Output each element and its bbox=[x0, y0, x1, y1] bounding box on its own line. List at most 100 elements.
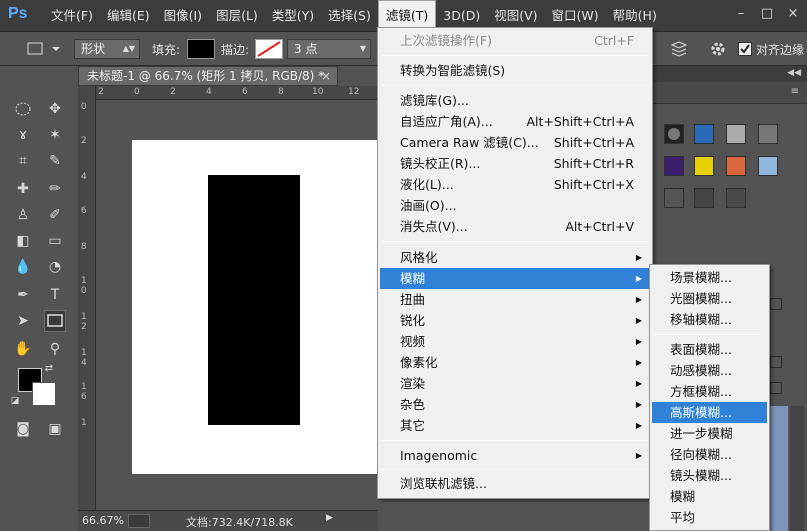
menu-item-last-filter[interactable]: 上次滤镜操作(F) Ctrl+F bbox=[380, 30, 650, 51]
menu-item-noise[interactable]: 杂色 ▶ bbox=[380, 394, 650, 415]
stamp-tool-icon[interactable]: ♙ bbox=[12, 204, 34, 226]
rectangle-tool-icon[interactable] bbox=[44, 310, 66, 332]
crop-tool-icon[interactable]: ⌗ bbox=[12, 150, 34, 172]
type-tool-icon[interactable]: T bbox=[44, 284, 66, 306]
style-swatch[interactable] bbox=[758, 124, 778, 144]
style-swatch[interactable] bbox=[664, 188, 684, 208]
menu-item-radial-blur[interactable]: 径向模糊... bbox=[652, 444, 767, 465]
style-swatch[interactable] bbox=[726, 156, 746, 176]
menu-item-lens-correction[interactable]: 镜头校正(R)... Shift+Ctrl+R bbox=[380, 153, 650, 174]
close-icon[interactable]: × bbox=[321, 67, 331, 85]
menu-item-distort[interactable]: 扭曲 ▶ bbox=[380, 289, 650, 310]
quick-mask-icon[interactable]: ◙ bbox=[12, 418, 34, 440]
menu-item-adaptive-wide-angle[interactable]: 自适应广角(A)... Alt+Shift+Ctrl+A bbox=[380, 111, 650, 132]
background-color-swatch[interactable] bbox=[32, 382, 56, 406]
style-swatch[interactable] bbox=[694, 156, 714, 176]
path-select-icon[interactable]: ➤ bbox=[12, 310, 34, 332]
path-arrangement-icon[interactable] bbox=[668, 39, 690, 59]
menu-item-gaussian-blur[interactable]: 高斯模糊... bbox=[652, 402, 767, 423]
menu-item-pixelate[interactable]: 像素化 ▶ bbox=[380, 352, 650, 373]
lasso-tool-icon[interactable]: ɤ bbox=[12, 124, 34, 146]
menu-item-iris-blur[interactable]: 光圈模糊... bbox=[652, 288, 767, 309]
gear-icon[interactable] bbox=[708, 39, 728, 59]
fill-swatch[interactable] bbox=[187, 39, 215, 59]
menu-select[interactable]: 选择(S) bbox=[321, 0, 378, 32]
default-colors-icon[interactable]: ◪ bbox=[8, 394, 22, 408]
menu-item-blur[interactable]: 模糊 ▶ bbox=[380, 268, 650, 289]
swap-colors-icon[interactable]: ⇄ bbox=[42, 362, 56, 376]
menu-layer[interactable]: 图层(L) bbox=[209, 0, 265, 32]
menu-item-video[interactable]: 视频 ▶ bbox=[380, 331, 650, 352]
document-tab[interactable]: 未标题-1 @ 66.7% (矩形 1 拷贝, RGB/8) * × bbox=[78, 66, 338, 86]
gradient-tool-icon[interactable]: ▭ bbox=[44, 230, 66, 252]
style-swatch[interactable] bbox=[726, 124, 746, 144]
menu-item-vanishing-point[interactable]: 消失点(V)... Alt+Ctrl+V bbox=[380, 216, 650, 237]
close-button[interactable]: × bbox=[782, 3, 804, 25]
style-swatch[interactable] bbox=[694, 124, 714, 144]
menu-item-stylize[interactable]: 风格化 ▶ bbox=[380, 247, 650, 268]
blur-tool-icon[interactable]: 💧 bbox=[12, 256, 34, 278]
document-canvas[interactable] bbox=[132, 140, 378, 474]
eraser-icon[interactable]: ◧ bbox=[12, 230, 34, 252]
pen-tool-icon[interactable]: ✒ bbox=[12, 284, 34, 306]
menu-file[interactable]: 文件(F) bbox=[44, 0, 100, 32]
stroke-width-field[interactable]: 3 点 ▼ bbox=[287, 39, 371, 59]
menu-item-blur[interactable]: 模糊 bbox=[652, 486, 767, 507]
menu-item-field-blur[interactable]: 场景模糊... bbox=[652, 267, 767, 288]
menu-item-convert-smart-filter[interactable]: 转换为智能滤镜(S) bbox=[380, 60, 650, 81]
rectangle-shape[interactable] bbox=[208, 175, 300, 425]
menu-item-filter-gallery[interactable]: 滤镜库(G)... bbox=[380, 90, 650, 111]
menu-item-box-blur[interactable]: 方框模糊... bbox=[652, 381, 767, 402]
menu-item-surface-blur[interactable]: 表面模糊... bbox=[652, 339, 767, 360]
menu-item-camera-raw[interactable]: Camera Raw 滤镜(C)... Shift+Ctrl+A bbox=[380, 132, 650, 153]
tool-preset-picker[interactable] bbox=[22, 39, 64, 59]
menu-item-tilt-shift[interactable]: 移轴模糊... bbox=[652, 309, 767, 330]
panel-menu-icon[interactable]: ≡ bbox=[791, 86, 799, 97]
menu-image[interactable]: 图像(I) bbox=[157, 0, 209, 32]
panel-button[interactable] bbox=[770, 298, 782, 310]
menu-item-average[interactable]: 平均 bbox=[652, 507, 767, 528]
maximize-button[interactable]: □ bbox=[756, 3, 778, 25]
style-swatch[interactable] bbox=[758, 156, 778, 176]
style-swatch[interactable] bbox=[694, 188, 714, 208]
move-tool-icon[interactable]: ✥ bbox=[44, 98, 66, 120]
menu-type[interactable]: 类型(Y) bbox=[265, 0, 321, 32]
status-arrow-icon[interactable]: ▶ bbox=[326, 513, 333, 523]
dodge-tool-icon[interactable]: ◔ bbox=[44, 256, 66, 278]
menu-item-oil-paint[interactable]: 油画(O)... bbox=[380, 195, 650, 216]
menu-item-liquify[interactable]: 液化(L)... Shift+Ctrl+X bbox=[380, 174, 650, 195]
menu-item-blur-more[interactable]: 进一步模糊 bbox=[652, 423, 767, 444]
zoom-tool-icon[interactable]: ⚲ bbox=[44, 338, 66, 360]
marquee-tool-icon[interactable] bbox=[12, 98, 34, 120]
style-swatch[interactable] bbox=[664, 156, 684, 176]
shape-mode-dropdown[interactable]: 形状 ▲▼ bbox=[74, 39, 140, 59]
menu-item-render[interactable]: 渲染 ▶ bbox=[380, 373, 650, 394]
menu-item-motion-blur[interactable]: 动感模糊... bbox=[652, 360, 767, 381]
collapse-icon[interactable]: ◀◀ bbox=[787, 68, 801, 78]
menu-item-lens-blur[interactable]: 镜头模糊... bbox=[652, 465, 767, 486]
status-options-icon[interactable] bbox=[128, 514, 150, 528]
panel-collapse-bar[interactable]: ◀◀ bbox=[652, 66, 807, 82]
panel-button[interactable] bbox=[770, 356, 782, 368]
align-edges-checkbox[interactable] bbox=[738, 42, 752, 56]
magic-wand-icon[interactable]: ✶ bbox=[44, 124, 66, 146]
zoom-level[interactable]: 66.67% bbox=[82, 514, 124, 527]
brush-tool-icon[interactable]: ✏ bbox=[44, 178, 66, 200]
stroke-swatch[interactable] bbox=[255, 39, 283, 59]
menu-item-imagenomic[interactable]: Imagenomic ▶ bbox=[380, 445, 650, 466]
healing-brush-icon[interactable]: ✚ bbox=[12, 178, 34, 200]
style-swatch[interactable] bbox=[726, 188, 746, 208]
hand-tool-icon[interactable]: ✋ bbox=[12, 338, 34, 360]
screen-mode-icon[interactable]: ▣ bbox=[44, 418, 66, 440]
layer-selection-strip[interactable] bbox=[770, 406, 788, 531]
menu-item-sharpen[interactable]: 锐化 ▶ bbox=[380, 310, 650, 331]
history-brush-icon[interactable]: ✐ bbox=[44, 204, 66, 226]
menu-item-browse-online-filters[interactable]: 浏览联机滤镜... bbox=[380, 473, 650, 494]
menu-edit[interactable]: 编辑(E) bbox=[100, 0, 157, 32]
style-swatch[interactable] bbox=[664, 124, 684, 144]
panel-button[interactable] bbox=[770, 382, 782, 394]
canvas-area[interactable] bbox=[96, 100, 378, 510]
eyedropper-icon[interactable]: ✎ bbox=[44, 150, 66, 172]
panel-scrollbar[interactable] bbox=[790, 406, 804, 531]
menu-item-other[interactable]: 其它 ▶ bbox=[380, 415, 650, 436]
